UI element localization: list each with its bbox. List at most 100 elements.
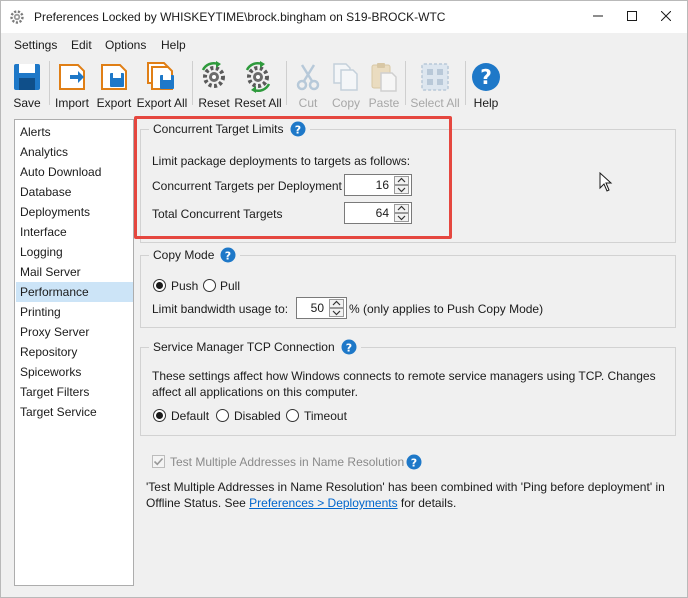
spin-arrows-icon[interactable] [329,299,344,317]
save-button[interactable]: Save [7,59,47,111]
reset-label: Reset [198,96,230,110]
tcp-description-line2: affect all applications on this computer… [152,385,358,399]
help-icon[interactable]: ? [406,454,422,470]
bandwidth-label: Limit bandwidth usage to: [152,302,289,316]
name-resolution-note-line1: 'Test Multiple Addresses in Name Resolut… [146,480,665,494]
sidebar-item-target-service[interactable]: Target Service [16,402,133,422]
menu-help[interactable]: Help [161,38,186,52]
sidebar-item-interface[interactable]: Interface [16,222,133,242]
sidebar-item-alerts[interactable]: Alerts [16,122,133,142]
cut-label: Cut [298,96,318,110]
sidebar-item-target-filters[interactable]: Target Filters [16,382,133,402]
copy-mode-title: Copy Mode ? [149,247,241,263]
minimize-icon [593,10,603,24]
preferences-category-list: Alerts Analytics Auto Download Database … [14,119,134,586]
disabled-label[interactable]: Disabled [234,409,281,423]
export-all-icon [146,61,178,93]
window-title: Preferences Locked by WHISKEYTIME\brock.… [34,10,446,24]
total-concurrent-label: Total Concurrent Targets [152,207,283,221]
sidebar-item-deployments[interactable]: Deployments [16,202,133,222]
menu-options[interactable]: Options [105,38,146,52]
title-bar: Preferences Locked by WHISKEYTIME\brock.… [1,1,687,33]
sidebar-item-analytics[interactable]: Analytics [16,142,133,162]
import-icon [56,61,88,93]
spin-arrows-icon[interactable] [394,176,409,194]
help-label: Help [473,96,499,110]
sidebar-item-logging[interactable]: Logging [16,242,133,262]
sidebar-item-performance[interactable]: Performance [16,282,133,302]
toolbar-separator [49,61,50,105]
help-button[interactable]: ? Help [468,59,504,111]
export-all-button[interactable]: Export All [135,59,189,111]
select-all-icon [419,61,451,93]
pull-radio[interactable] [203,279,216,292]
preferences-window: Preferences Locked by WHISKEYTIME\brock.… [0,0,688,598]
timeout-label[interactable]: Timeout [304,409,347,423]
sidebar-item-database[interactable]: Database [16,182,133,202]
menu-bar: Settings Edit Options Help [1,35,687,55]
menu-settings[interactable]: Settings [14,38,57,52]
cut-button[interactable]: Cut [290,59,326,111]
sidebar-item-spiceworks[interactable]: Spiceworks [16,362,133,382]
sidebar-item-printing[interactable]: Printing [16,302,133,322]
total-concurrent-stepper[interactable]: 64 [344,202,412,224]
maximize-icon [627,10,637,24]
mouse-cursor-icon [599,171,613,195]
save-icon [11,61,43,93]
sidebar-item-auto-download[interactable]: Auto Download [16,162,133,182]
copy-button[interactable]: Copy [328,59,364,111]
paste-label: Paste [368,96,400,110]
group-title-text: Copy Mode [153,248,215,262]
menu-edit[interactable]: Edit [71,38,92,52]
sidebar-item-mail-server[interactable]: Mail Server [16,262,133,282]
reset-button[interactable]: Reset [195,59,233,111]
spin-arrows-icon[interactable] [394,204,409,222]
export-button[interactable]: Export [94,59,134,111]
export-label: Export [96,96,132,110]
tcp-description-line1: These settings affect how Windows connec… [152,369,656,383]
concurrent-target-limits-title: Concurrent Target Limits ? [149,121,310,137]
note-prefix: Offline Status. See [146,496,250,510]
svg-text:?: ? [345,341,351,354]
help-icon[interactable]: ? [220,247,236,263]
per-deployment-stepper[interactable]: 16 [344,174,412,196]
reset-all-button[interactable]: Reset All [234,59,282,111]
bandwidth-stepper[interactable]: 50 [296,297,347,319]
per-deployment-label: Concurrent Targets per Deployment [152,179,342,193]
close-button[interactable] [643,1,688,33]
import-label: Import [54,96,89,110]
sidebar-item-repository[interactable]: Repository [16,342,133,362]
select-all-label: Select All [410,96,460,110]
test-multiple-addresses-checkbox[interactable] [152,455,165,468]
gear-icon [9,9,25,25]
import-button[interactable]: Import [52,59,92,111]
help-icon[interactable]: ? [341,339,357,355]
copy-mode-group: Copy Mode ? Push Pull Limit bandwidth us… [140,247,676,328]
default-label[interactable]: Default [171,409,209,423]
copy-label: Copy [331,96,360,110]
checkmark-icon [153,457,164,466]
preferences-deployments-link[interactable]: Preferences > Deployments [249,496,397,510]
paste-button[interactable]: Paste [366,59,402,111]
reset-all-icon [242,61,274,93]
timeout-radio[interactable] [286,409,299,422]
reset-icon [198,61,230,93]
group-title-text: Service Manager TCP Connection [153,340,335,354]
bandwidth-value: 50 [310,301,324,315]
default-radio[interactable] [153,409,166,422]
per-deployment-value: 16 [375,178,389,192]
help-icon[interactable]: ? [290,121,306,137]
disabled-radio[interactable] [216,409,229,422]
toolbar: Save Import Export Export All Reset Rese… [1,57,687,111]
export-icon [98,61,130,93]
total-concurrent-value: 64 [375,206,389,220]
sidebar-item-proxy-server[interactable]: Proxy Server [16,322,133,342]
select-all-button[interactable]: Select All [408,59,462,111]
svg-text:?: ? [411,456,417,469]
push-label[interactable]: Push [171,279,198,293]
toolbar-separator [405,61,406,105]
export-all-label: Export All [136,96,188,110]
svg-text:?: ? [480,65,492,89]
pull-label[interactable]: Pull [220,279,240,293]
push-radio[interactable] [153,279,166,292]
